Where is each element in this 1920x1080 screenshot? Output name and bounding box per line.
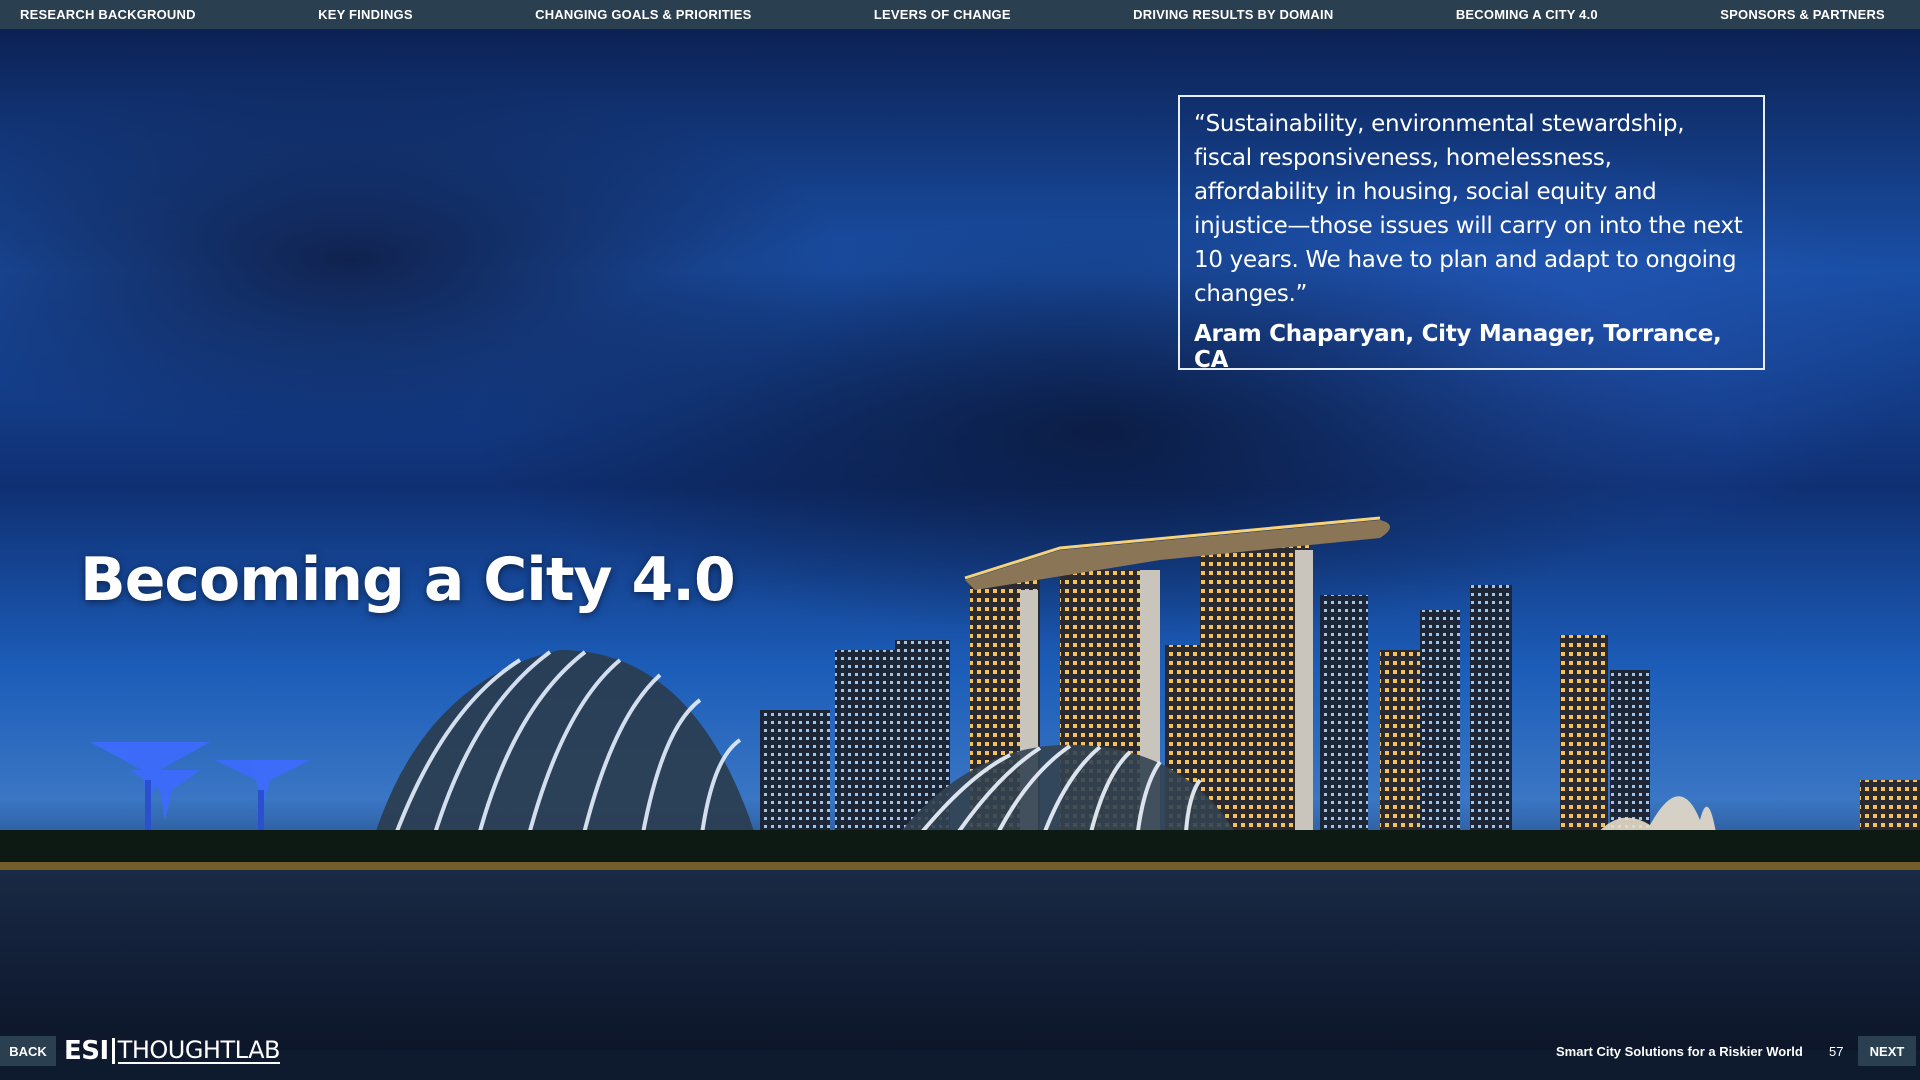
quote-box: “Sustainability, environmental stewardsh…: [1178, 95, 1765, 373]
report-title: Smart City Solutions for a Riskier World: [1556, 1044, 1803, 1059]
nav-item-sponsors-partners[interactable]: SPONSORS & PARTNERS: [1720, 7, 1885, 22]
nav-item-becoming-city[interactable]: BECOMING A CITY 4.0: [1456, 7, 1598, 22]
page-title: Becoming a City 4.0: [80, 545, 736, 615]
water-reflection: [0, 870, 1920, 1050]
esi-thoughtlab-logo: ESI THOUGHTLAB: [64, 1036, 280, 1066]
city-skyline-image: [0, 516, 1920, 870]
logo-divider: [111, 1038, 115, 1064]
nav-item-levers-of-change[interactable]: LEVERS OF CHANGE: [874, 7, 1011, 22]
nav-item-key-findings[interactable]: KEY FINDINGS: [318, 7, 413, 22]
next-button[interactable]: NEXT: [1858, 1036, 1916, 1066]
quote-text: “Sustainability, environmental stewardsh…: [1194, 111, 1743, 307]
logo-thoughtlab: THOUGHTLAB: [117, 1036, 280, 1064]
nav-item-changing-goals[interactable]: CHANGING GOALS & PRIORITIES: [535, 7, 751, 22]
quote-attribution: Aram Chaparyan, City Manager, Torrance, …: [1194, 321, 1722, 373]
nav-item-driving-results[interactable]: DRIVING RESULTS BY DOMAIN: [1133, 7, 1333, 22]
nav-item-research-background[interactable]: RESEARCH BACKGROUND: [20, 7, 196, 22]
slide: RESEARCH BACKGROUND KEY FINDINGS CHANGIN…: [0, 0, 1920, 1080]
logo-esi: ESI: [64, 1036, 109, 1066]
back-button[interactable]: BACK: [0, 1036, 56, 1066]
page-number: 57: [1829, 1044, 1844, 1059]
top-nav: RESEARCH BACKGROUND KEY FINDINGS CHANGIN…: [0, 0, 1920, 29]
